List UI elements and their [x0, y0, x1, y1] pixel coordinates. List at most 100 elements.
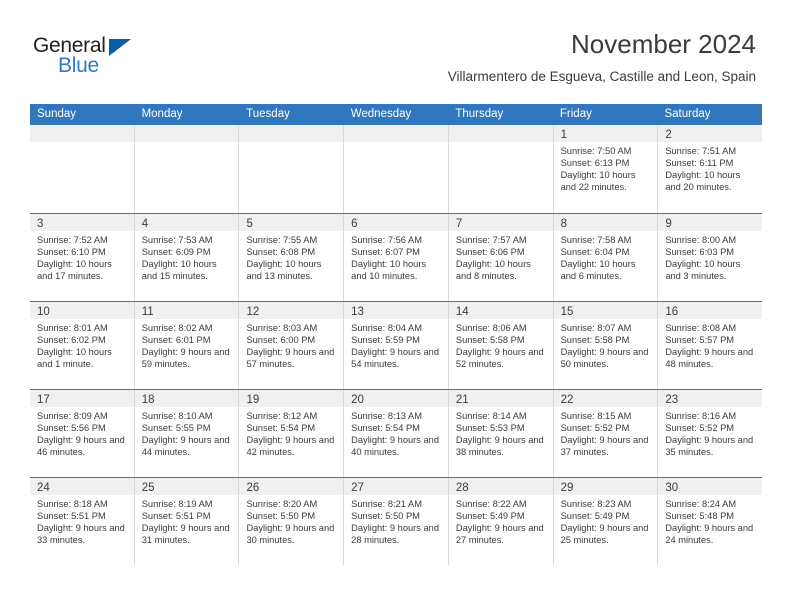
- sunset-text: Sunset: 5:54 PM: [351, 423, 420, 434]
- day-cell[interactable]: 1 Sunrise: 7:50 AM Sunset: 6:13 PM Daylight…: [553, 125, 659, 213]
- day-number-band: 26: [239, 478, 344, 495]
- daylight-text: Daylight: 10 hours and 3 minutes.: [665, 259, 741, 282]
- sunrise-text: Sunrise: 8:03 AM: [246, 323, 318, 333]
- week-row: 3 Sunrise: 7:52 AM Sunset: 6:10 PM Daylight…: [30, 213, 763, 301]
- daylight-text: Daylight: 10 hours and 6 minutes.: [560, 259, 636, 282]
- sunrise-text: Sunrise: 8:02 AM: [141, 323, 213, 333]
- sunrise-text: Sunrise: 8:22 AM: [455, 499, 527, 509]
- daylight-text: Daylight: 9 hours and 27 minutes.: [455, 523, 544, 546]
- sunset-text: Sunset: 5:51 PM: [141, 511, 211, 522]
- day-cell[interactable]: 22 Sunrise: 8:15 AM Sunset: 5:52 PM Dayligh…: [553, 390, 659, 477]
- day-details: Sunrise: 7:52 AM Sunset: 6:10 PM Daylight:…: [30, 231, 134, 282]
- day-details: Sunrise: 8:15 AM Sunset: 5:52 PM Daylight:…: [554, 407, 658, 458]
- day-number-band: 30: [658, 478, 763, 495]
- day-cell[interactable]: 28 Sunrise: 8:22 AM Sunset: 5:49 PM Dayligh…: [448, 478, 554, 565]
- day-details: Sunrise: 7:50 AM Sunset: 6:13 PM Daylight:…: [554, 142, 658, 193]
- day-number: 4: [141, 218, 149, 230]
- day-cell[interactable]: 12 Sunrise: 8:03 AM Sunset: 6:00 PM Dayligh…: [239, 302, 345, 389]
- daylight-text: Daylight: 9 hours and 44 minutes.: [141, 435, 230, 458]
- day-cell[interactable]: 24 Sunrise: 8:18 AM Sunset: 5:51 PM Dayligh…: [30, 478, 135, 565]
- day-number: 6: [351, 218, 358, 230]
- day-number: 16: [665, 306, 679, 318]
- daylight-text: Daylight: 9 hours and 38 minutes.: [455, 435, 544, 458]
- day-details: Sunrise: 8:08 AM Sunset: 5:57 PM Daylight:…: [658, 319, 762, 370]
- day-cell[interactable]: 13 Sunrise: 8:04 AM Sunset: 5:59 PM Dayligh…: [344, 302, 449, 389]
- day-cell[interactable]: 26 Sunrise: 8:20 AM Sunset: 5:50 PM Dayligh…: [239, 478, 345, 565]
- day-number: 30: [665, 482, 679, 494]
- sunrise-text: Sunrise: 8:09 AM: [37, 411, 108, 421]
- day-details: Sunrise: 8:21 AM Sunset: 5:50 PM Daylight:…: [344, 495, 448, 546]
- page-title: November 2024: [571, 29, 756, 59]
- daylight-text: Daylight: 9 hours and 25 minutes.: [560, 523, 649, 546]
- day-cell[interactable]: 2 Sunrise: 7:51 AM Sunset: 6:11 PM Daylight…: [658, 125, 763, 213]
- day-number-band: 27: [344, 478, 448, 495]
- day-number: 10: [37, 306, 50, 318]
- week-row: 17 Sunrise: 8:09 AM Sunset: 5:56 PM Dayligh…: [30, 389, 763, 477]
- sunrise-text: Sunrise: 8:15 AM: [560, 411, 632, 421]
- day-cell[interactable]: 14 Sunrise: 8:06 AM Sunset: 5:58 PM Dayligh…: [448, 302, 554, 389]
- day-cell[interactable]: 6 Sunrise: 7:56 AM Sunset: 6:07 PM Daylight…: [344, 214, 449, 301]
- day-cell[interactable]: 4 Sunrise: 7:53 AM Sunset: 6:09 PM Daylight…: [134, 214, 240, 301]
- day-number-band: 9: [658, 214, 763, 231]
- day-cell[interactable]: 7 Sunrise: 7:57 AM Sunset: 6:06 PM Daylight…: [448, 214, 554, 301]
- daylight-text: Daylight: 9 hours and 42 minutes.: [246, 435, 335, 458]
- day-cell[interactable]: 27 Sunrise: 8:21 AM Sunset: 5:50 PM Dayligh…: [344, 478, 449, 565]
- sunset-text: Sunset: 6:03 PM: [665, 247, 735, 258]
- day-cell[interactable]: 25 Sunrise: 8:19 AM Sunset: 5:51 PM Dayligh…: [134, 478, 240, 565]
- sunrise-text: Sunrise: 8:16 AM: [665, 411, 737, 421]
- daylight-text: Daylight: 9 hours and 57 minutes.: [246, 347, 335, 370]
- day-details: Sunrise: 7:58 AM Sunset: 6:04 PM Daylight:…: [554, 231, 658, 282]
- day-number-band: 7: [448, 214, 553, 231]
- day-cell[interactable]: 30 Sunrise: 8:24 AM Sunset: 5:48 PM Dayligh…: [658, 478, 763, 565]
- day-cell[interactable]: 9 Sunrise: 8:00 AM Sunset: 6:03 PM Daylight…: [658, 214, 763, 301]
- day-cell[interactable]: 8 Sunrise: 7:58 AM Sunset: 6:04 PM Daylight…: [553, 214, 659, 301]
- day-number-band: 6: [344, 214, 448, 231]
- daylight-text: Daylight: 9 hours and 50 minutes.: [560, 347, 649, 370]
- day-cell[interactable]: 10 Sunrise: 8:01 AM Sunset: 6:02 PM Dayligh…: [30, 302, 135, 389]
- day-cell[interactable]: 11 Sunrise: 8:02 AM Sunset: 6:01 PM Dayligh…: [134, 302, 240, 389]
- day-number-band: [448, 125, 553, 142]
- day-number: 28: [455, 482, 469, 494]
- day-cell[interactable]: 21 Sunrise: 8:14 AM Sunset: 5:53 PM Dayligh…: [448, 390, 554, 477]
- day-number-band: 29: [553, 478, 658, 495]
- week-row: 24 Sunrise: 8:18 AM Sunset: 5:51 PM Dayligh…: [30, 477, 763, 565]
- day-cell[interactable]: 5 Sunrise: 7:55 AM Sunset: 6:08 PM Daylight…: [239, 214, 345, 301]
- day-cell[interactable]: 18 Sunrise: 8:10 AM Sunset: 5:55 PM Dayligh…: [134, 390, 240, 477]
- day-cell[interactable]: 23 Sunrise: 8:16 AM Sunset: 5:52 PM Dayligh…: [658, 390, 763, 477]
- day-number: 12: [246, 306, 260, 318]
- day-number: 9: [665, 218, 672, 230]
- sunset-text: Sunset: 5:52 PM: [560, 423, 630, 434]
- day-cell[interactable]: 17 Sunrise: 8:09 AM Sunset: 5:56 PM Dayligh…: [30, 390, 135, 477]
- weekday-header-tuesday: Tuesday: [246, 108, 290, 120]
- day-number: 21: [455, 394, 469, 406]
- logo-text-blue: Blue: [58, 54, 99, 77]
- day-cell[interactable]: 3 Sunrise: 7:52 AM Sunset: 6:10 PM Daylight…: [30, 214, 135, 301]
- day-number-band: 10: [30, 302, 134, 319]
- day-cell-empty: [30, 125, 135, 213]
- sunrise-text: Sunrise: 7:53 AM: [141, 235, 213, 245]
- title-block: November 2024 Villarmentero de Esgueva, …: [448, 28, 756, 85]
- day-number-band: 8: [553, 214, 658, 231]
- sunset-text: Sunset: 6:11 PM: [665, 158, 734, 169]
- calendar-page: General Blue November 2024 Villarmentero…: [0, 0, 792, 612]
- day-number-band: 22: [553, 390, 658, 407]
- weekday-header-friday: Friday: [559, 108, 592, 120]
- sunset-text: Sunset: 5:52 PM: [665, 423, 735, 434]
- sunset-text: Sunset: 5:55 PM: [141, 423, 211, 434]
- sunset-text: Sunset: 6:10 PM: [37, 247, 106, 258]
- day-details: Sunrise: 8:04 AM Sunset: 5:59 PM Daylight:…: [344, 319, 448, 370]
- daylight-text: Daylight: 9 hours and 28 minutes.: [351, 523, 440, 546]
- day-details: Sunrise: 8:07 AM Sunset: 5:58 PM Daylight:…: [554, 319, 658, 370]
- day-details: Sunrise: 8:06 AM Sunset: 5:58 PM Daylight:…: [449, 319, 553, 370]
- day-details: Sunrise: 8:01 AM Sunset: 6:02 PM Daylight:…: [30, 319, 134, 370]
- day-cell[interactable]: 19 Sunrise: 8:12 AM Sunset: 5:54 PM Dayligh…: [239, 390, 345, 477]
- sunrise-text: Sunrise: 8:24 AM: [665, 499, 737, 509]
- sunrise-text: Sunrise: 8:23 AM: [560, 499, 632, 509]
- day-cell[interactable]: 20 Sunrise: 8:13 AM Sunset: 5:54 PM Dayligh…: [344, 390, 449, 477]
- day-cell[interactable]: 29 Sunrise: 8:23 AM Sunset: 5:49 PM Dayligh…: [553, 478, 659, 565]
- day-cell[interactable]: 16 Sunrise: 8:08 AM Sunset: 5:57 PM Dayligh…: [658, 302, 763, 389]
- daylight-text: Daylight: 9 hours and 40 minutes.: [351, 435, 440, 458]
- day-cell[interactable]: 15 Sunrise: 8:07 AM Sunset: 5:58 PM Dayligh…: [553, 302, 659, 389]
- day-details: Sunrise: 8:13 AM Sunset: 5:54 PM Daylight:…: [344, 407, 448, 458]
- sunset-text: Sunset: 5:57 PM: [665, 335, 735, 346]
